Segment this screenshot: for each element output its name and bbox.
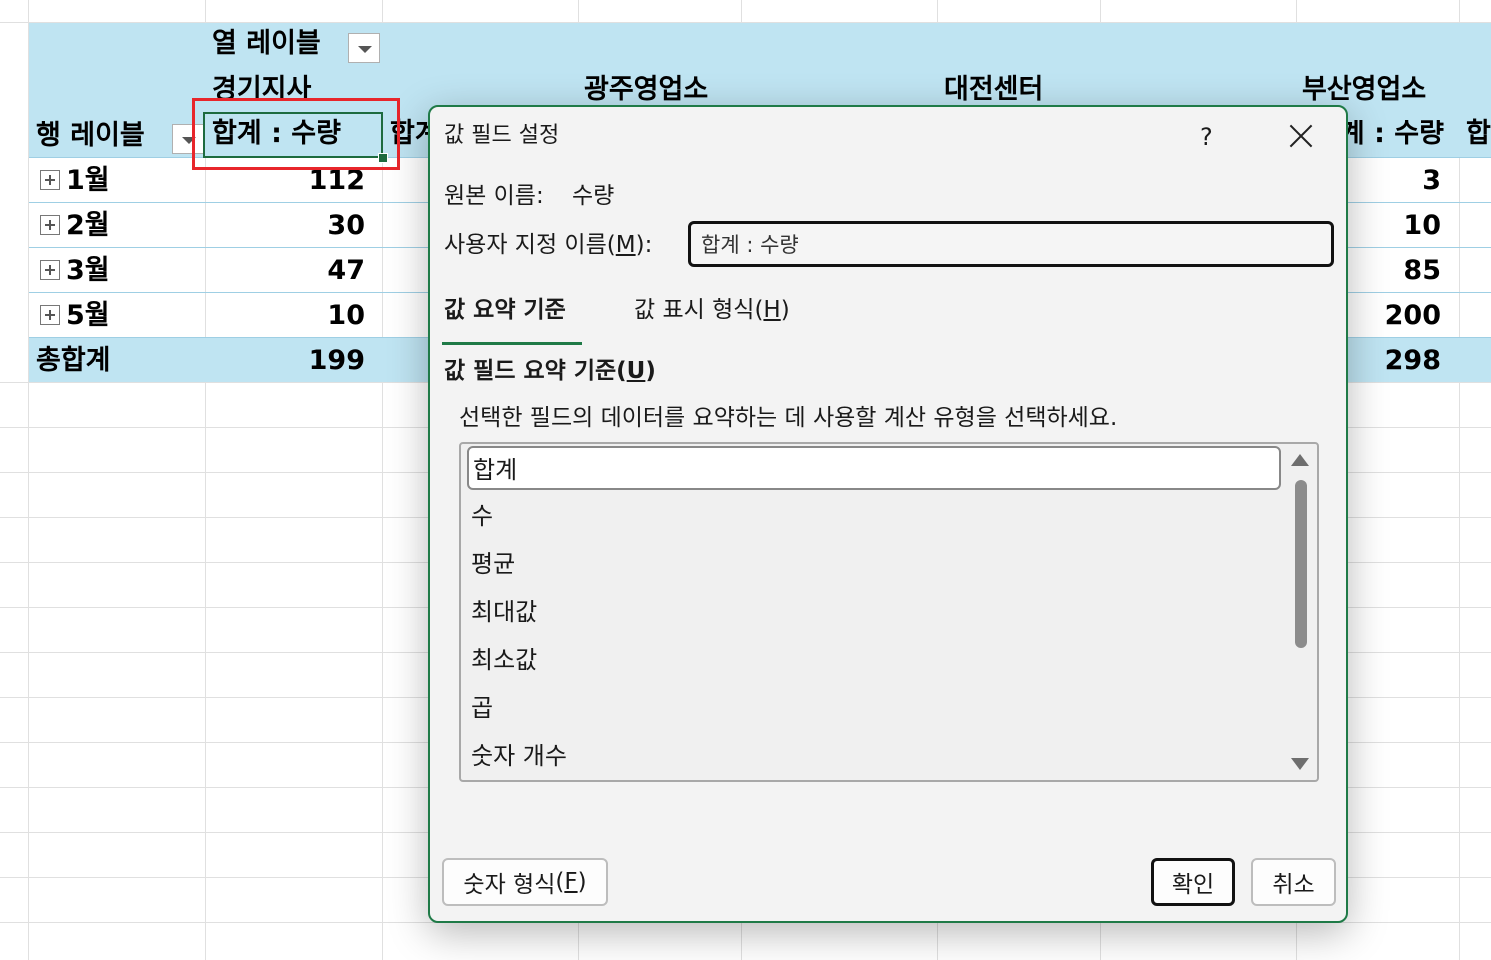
summarize-function-list[interactable]: 합계 수 평균 최대값 최소값 곱 숫자 개수 <box>459 442 1319 782</box>
grand-total-value[interactable]: 199 <box>205 347 365 374</box>
row-value[interactable]: 112 <box>205 167 365 194</box>
number-format-label: 숫자 형식 <box>463 872 556 898</box>
active-tab-indicator <box>442 342 582 345</box>
row-label[interactable]: 3월 <box>66 257 110 284</box>
expand-icon[interactable] <box>40 215 60 235</box>
list-item[interactable]: 수 <box>467 494 1281 538</box>
scroll-thumb[interactable] <box>1295 480 1307 648</box>
row-label[interactable]: 5월 <box>66 302 110 329</box>
number-format-mnemonic: F <box>564 869 578 895</box>
row-label[interactable]: 2월 <box>66 212 110 239</box>
expand-icon[interactable] <box>40 260 60 280</box>
row-label[interactable]: 1월 <box>66 167 110 194</box>
cancel-button[interactable]: 취소 <box>1251 858 1336 906</box>
expand-icon[interactable] <box>40 170 60 190</box>
row-value[interactable]: 30 <box>205 212 365 239</box>
column-labels-header: 열 레이블 <box>212 28 321 59</box>
number-format-button[interactable]: 숫자 형식(F) <box>442 858 608 906</box>
row-value[interactable]: 10 <box>205 302 365 329</box>
group-header-4: 부산영업소 <box>1302 74 1427 105</box>
group-header-3: 대전센터 <box>944 74 1044 105</box>
row-labels-header: 행 레이블 <box>36 120 145 151</box>
section-description: 선택한 필드의 데이터를 요약하는 데 사용할 계산 유형을 선택하세요. <box>459 405 1118 431</box>
source-name-label: 원본 이름: <box>444 183 544 209</box>
custom-name-input[interactable] <box>688 221 1334 267</box>
grand-total-label[interactable]: 총합계 <box>36 347 111 374</box>
value-field-settings-dialog: 값 필드 설정 ? 원본 이름: 수량 사용자 지정 이름(M): 값 요약 기… <box>428 105 1348 923</box>
value-header-cell-far[interactable]: 합 <box>1466 120 1491 147</box>
list-item[interactable]: 합계 <box>467 446 1281 490</box>
tab-summarize-by[interactable]: 값 요약 기준 <box>444 299 566 322</box>
scroll-down-icon[interactable] <box>1291 758 1309 770</box>
section-title: 값 필드 요약 기준(U) <box>444 358 656 384</box>
list-item[interactable]: 최소값 <box>467 638 1281 682</box>
scroll-up-icon[interactable] <box>1291 454 1309 466</box>
tab-show-values-as[interactable]: 값 표시 형식(H) <box>634 299 790 322</box>
source-name-value: 수량 <box>572 183 615 209</box>
ok-button[interactable]: 확인 <box>1151 858 1235 906</box>
column-filter-dropdown[interactable] <box>348 33 380 63</box>
group-header-2: 광주영업소 <box>584 74 709 105</box>
dialog-title: 값 필드 설정 <box>444 123 560 148</box>
highlight-annotation <box>192 98 400 170</box>
list-item[interactable]: 최대값 <box>467 590 1281 634</box>
list-item[interactable]: 곱 <box>467 686 1281 730</box>
list-item[interactable]: 숫자 개수 <box>467 734 1281 778</box>
close-icon[interactable] <box>1288 123 1314 149</box>
list-scrollbar[interactable] <box>1283 444 1317 780</box>
expand-icon[interactable] <box>40 305 60 325</box>
row-value[interactable]: 47 <box>205 257 365 284</box>
help-icon[interactable]: ? <box>1200 125 1213 149</box>
list-item[interactable]: 평균 <box>467 542 1281 586</box>
custom-name-label: 사용자 지정 이름(M): <box>444 232 653 258</box>
